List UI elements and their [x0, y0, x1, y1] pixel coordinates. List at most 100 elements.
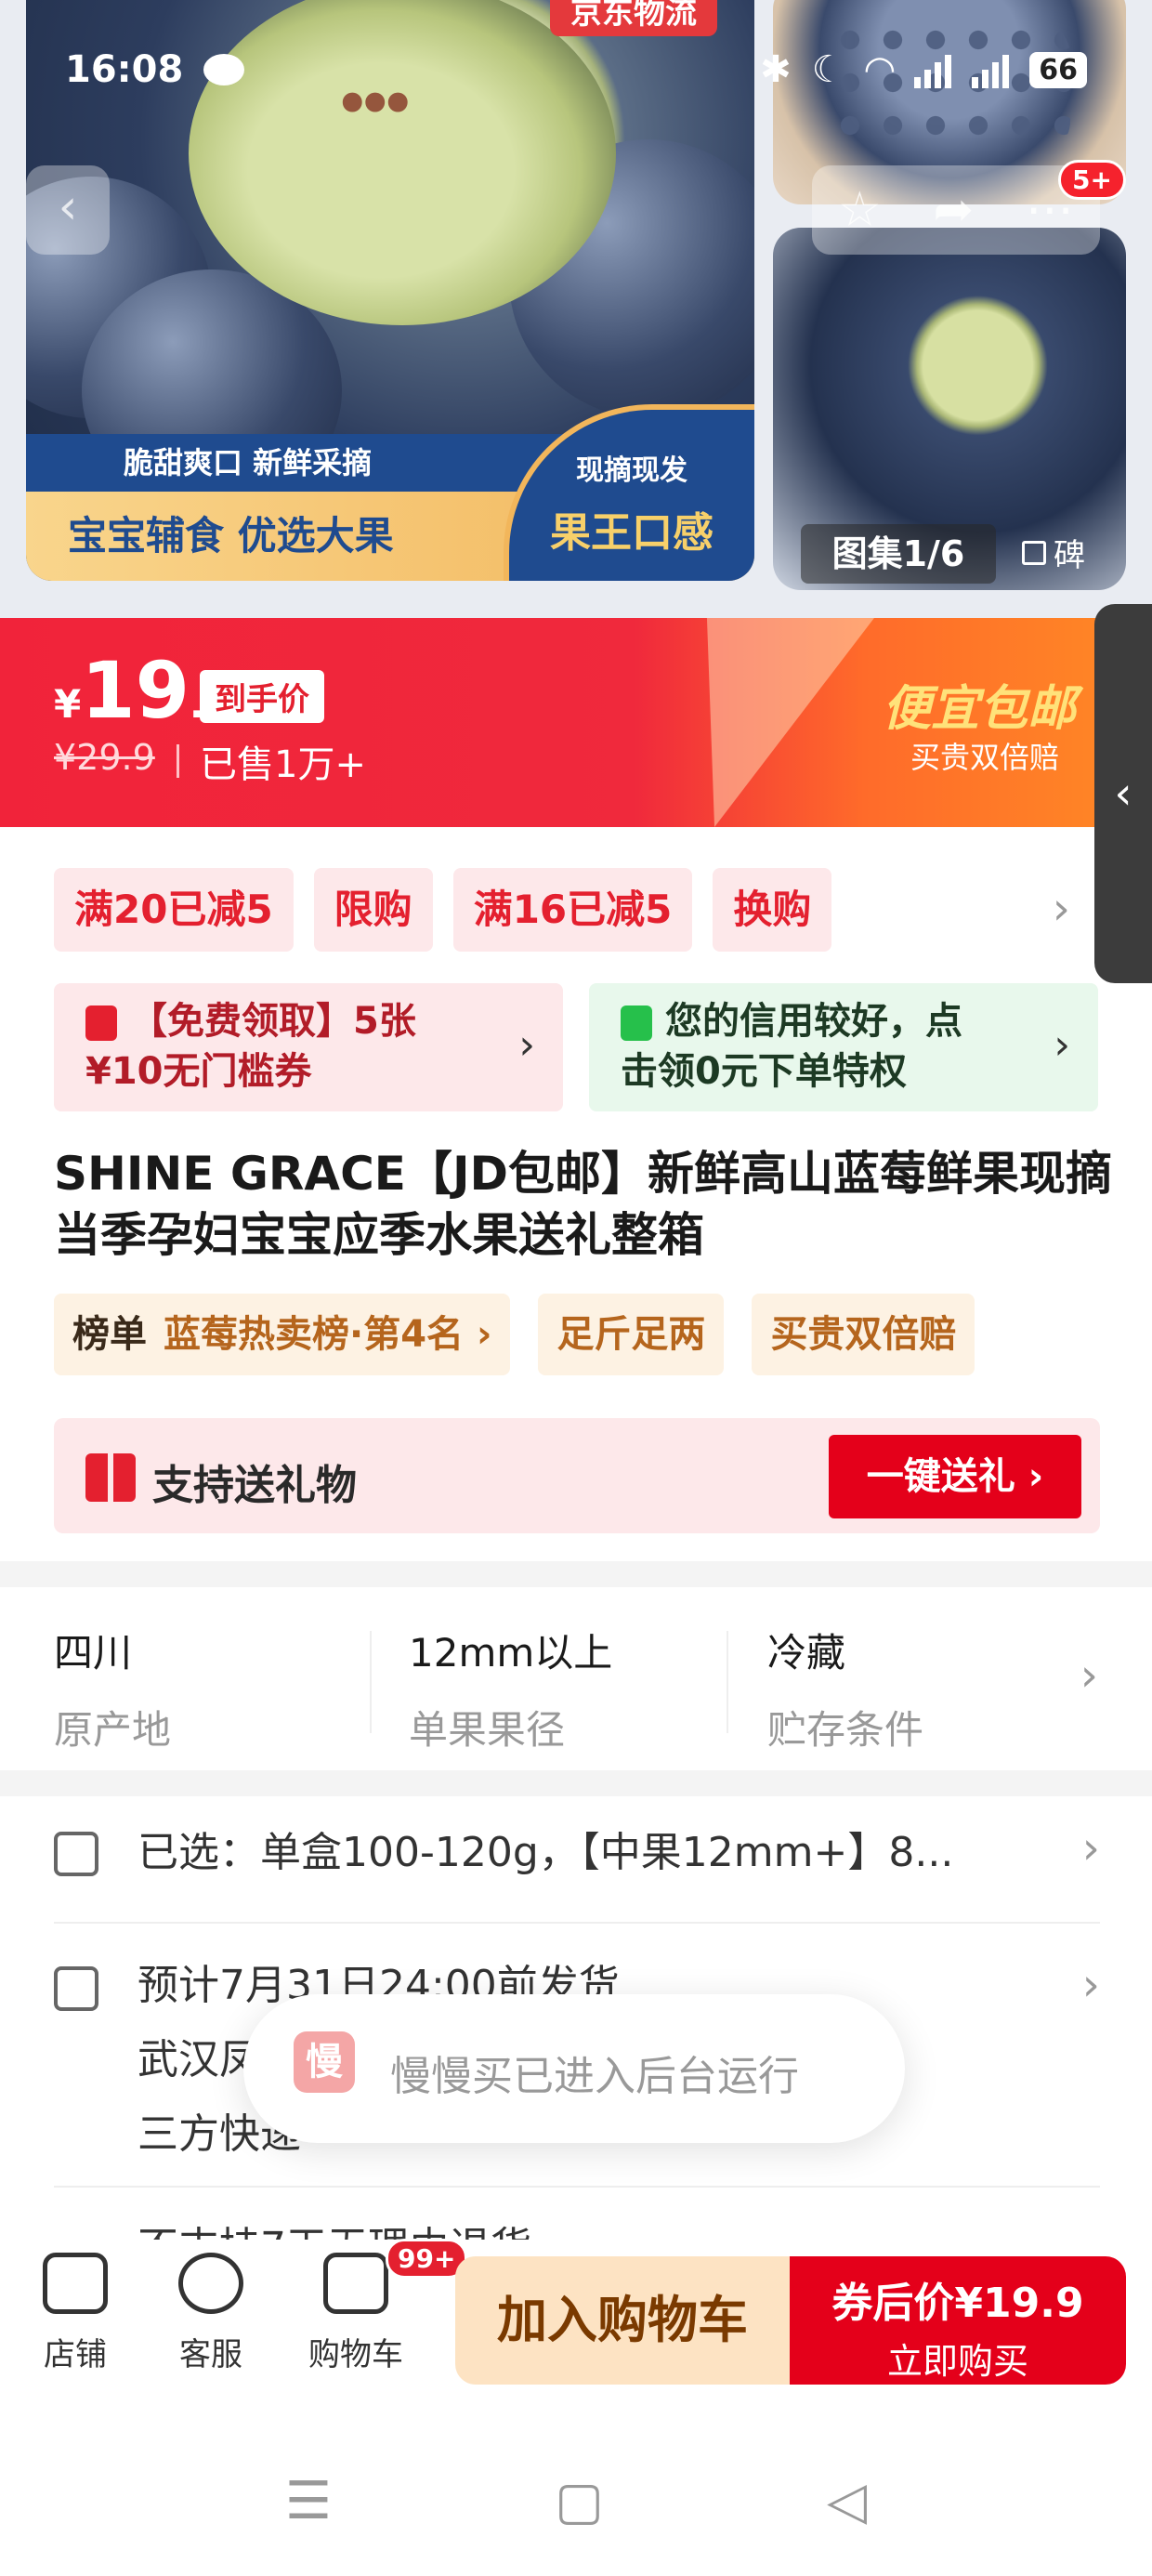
shopping-bag-icon — [621, 1005, 652, 1041]
price-type-badge: 到手价 — [200, 670, 324, 723]
spec-diameter: 12mm以上 单果果径 — [409, 1622, 715, 1755]
customer-service-button[interactable]: 客服 — [151, 2253, 271, 2374]
shop-button[interactable]: 店铺 — [15, 2253, 136, 2374]
favorite-star-icon[interactable]: ☆ — [838, 182, 882, 238]
chevron-right-icon: › — [1054, 1021, 1070, 1069]
ranking-tag[interactable]: 榜单 蓝莓热卖榜·第4名 › — [54, 1294, 511, 1375]
gallery-counter[interactable]: 图集1/6 — [801, 524, 996, 584]
signal-icon — [914, 51, 952, 88]
spec-row[interactable]: 四川 原产地 12mm以上 单果果径 冷藏 贮存条件 › — [0, 1584, 1152, 1770]
gift-bar: 支持送礼物 一键送礼 › — [54, 1418, 1100, 1533]
spec-divider — [370, 1631, 372, 1733]
credit-privilege-card[interactable]: 您的信用较好，点 击领0元下单特权 › — [589, 983, 1098, 1111]
spec-value: 四川 — [54, 1630, 133, 1676]
add-to-cart-button[interactable]: 加入购物车 — [455, 2256, 790, 2385]
sold-count: 已售1万+ — [200, 743, 366, 786]
message-badge: 5+ — [1058, 160, 1126, 200]
bluetooth-icon: ✱ — [760, 48, 792, 91]
row-divider — [54, 1922, 1100, 1924]
status-icons: ✱ ☾ ◠ 66 — [760, 48, 1087, 91]
moon-icon: ☾ — [811, 48, 845, 91]
shop-label: 店铺 — [44, 2336, 107, 2373]
product-title: SHINE GRACE【JD包邮】新鲜高山蓝莓鲜果现摘当季孕妇宝宝应季水果送礼整… — [54, 1147, 1113, 1262]
row-divider — [54, 2186, 1100, 2188]
spec-key: 原产地 — [54, 1707, 172, 1753]
credit-line-1: 您的信用较好，点 — [665, 1000, 962, 1043]
status-bar: 16:08 ✱ ☾ ◠ 66 — [0, 0, 1152, 139]
wifi-icon: ◠ — [865, 48, 895, 91]
promo-chip[interactable]: 限购 — [313, 868, 433, 952]
buy-price-text: 券后价¥19.9 — [831, 2280, 1084, 2327]
ranking-value: 蓝莓热卖榜·第4名 › — [164, 1313, 492, 1356]
system-navigation-bar: ☰ ▢ ◁ — [0, 2425, 1152, 2576]
send-gift-button[interactable]: 一键送礼 › — [829, 1435, 1081, 1518]
cart-button[interactable]: 99+ 购物车 — [295, 2239, 468, 2374]
service-label: 客服 — [179, 2336, 242, 2373]
gift-label: 支持送礼物 — [152, 1462, 357, 1509]
smiley-icon — [178, 2253, 243, 2314]
spec-key: 贮存条件 — [767, 1707, 924, 1753]
background-toast: 慢 慢慢买已进入后台运行 — [243, 1994, 905, 2143]
promo-chip[interactable]: 换购 — [713, 868, 832, 952]
spec-key: 单果果径 — [409, 1707, 566, 1753]
chevron-right-icon[interactable]: › — [1053, 883, 1070, 935]
spec-value: 12mm以上 — [409, 1630, 613, 1676]
gallery-word-text: 碑 — [1054, 537, 1085, 574]
coupon-icon — [85, 1005, 117, 1041]
toolbar-actions: ☆ ➦ ⋯ 5+ — [812, 160, 1126, 255]
coupon-line-2: ¥10无门槛券 — [85, 1050, 312, 1093]
spec-divider — [727, 1631, 728, 1733]
lightning-graphic — [631, 618, 874, 827]
ranking-key: 榜单 — [72, 1313, 147, 1356]
fresh-badge: 现摘现发 果王口感 — [504, 404, 754, 581]
spec-storage: 冷藏 贮存条件 — [767, 1622, 1074, 1755]
credit-line-2: 击领0元下单特权 — [621, 1050, 907, 1093]
back-triangle-icon[interactable]: ◁ — [827, 2471, 867, 2531]
badge-line-2: 果王口感 — [550, 509, 713, 557]
checkbox-icon — [1022, 540, 1046, 565]
gift-icon — [85, 1453, 136, 1502]
chevron-left-icon: ‹ — [1114, 768, 1132, 820]
promo-chips: 满20已减5 限购 满16已减5 换购 — [54, 868, 1076, 952]
chevron-right-icon: › — [1080, 1649, 1098, 1702]
delivery-truck-icon — [54, 1966, 98, 2011]
side-drawer-tab[interactable]: ‹ — [1094, 604, 1152, 983]
promo-subtitle: 买贵双倍赔 — [910, 740, 1059, 775]
status-time: 16:08 — [65, 48, 184, 91]
selected-variant-text: 已选：单盒100-120g，【中果12mm+】8... — [137, 1829, 954, 1876]
promo-chip[interactable]: 满20已减5 — [54, 868, 294, 952]
badge-line-1: 现摘现发 — [576, 454, 687, 487]
product-gallery[interactable]: ••• 京东物流 脆甜爽口 新鲜采摘 宝宝辅食 优选大果 现摘现发 果王口感 图… — [0, 0, 1152, 618]
tag-price-guarantee: 买贵双倍赔 — [752, 1294, 975, 1375]
toast-message: 慢慢买已进入后台运行 — [390, 2053, 799, 2100]
gallery-word-label[interactable]: 碑 — [1022, 530, 1085, 575]
cart-label: 购物车 — [308, 2336, 403, 2373]
price-integer: 19 — [81, 645, 190, 736]
spec-origin: 四川 原产地 — [54, 1622, 360, 1755]
back-icon[interactable]: ‹ — [26, 165, 110, 255]
chevron-right-icon: › — [1081, 1822, 1100, 1874]
promo-title: 便宜包邮 — [882, 681, 1076, 737]
store-icon — [43, 2253, 108, 2314]
product-tags: 榜单 蓝莓热卖榜·第4名 › 足斤足两 买贵双倍赔 — [54, 1294, 975, 1375]
wechat-icon — [203, 54, 245, 85]
selected-variant-row[interactable]: 已选：单盒100-120g，【中果12mm+】8... › — [54, 1822, 1100, 1910]
home-square-icon[interactable]: ▢ — [555, 2471, 604, 2531]
section-divider — [0, 1770, 1152, 1796]
checklist-icon — [54, 1832, 98, 1876]
spec-value: 冷藏 — [767, 1630, 846, 1676]
coupon-free-card[interactable]: 【免费领取】5张 ¥10无门槛券 › — [54, 983, 563, 1111]
menu-icon[interactable]: ☰ — [285, 2471, 332, 2531]
original-price: ¥29.9 — [54, 737, 155, 778]
chevron-right-icon: › — [518, 1021, 535, 1069]
chevron-right-icon: › — [1081, 1959, 1100, 2011]
price-divider — [177, 744, 179, 778]
cart-icon: 99+ — [323, 2239, 468, 2314]
buy-now-button[interactable]: 券后价¥19.9 立即购买 — [790, 2256, 1126, 2385]
bottom-action-bar: 店铺 客服 99+ 购物车 加入购物车 券后价¥19.9 立即购买 — [0, 2239, 1152, 2407]
promo-chip[interactable]: 满16已减5 — [452, 868, 693, 952]
price-banner: ¥ 19 .9 到手价 ¥29.9 已售1万+ 便宜包邮 买贵双倍赔 — [0, 618, 1152, 827]
tag-full-weight: 足斤足两 — [538, 1294, 725, 1375]
section-divider — [0, 1561, 1152, 1587]
share-icon[interactable]: ➦ — [934, 182, 975, 238]
